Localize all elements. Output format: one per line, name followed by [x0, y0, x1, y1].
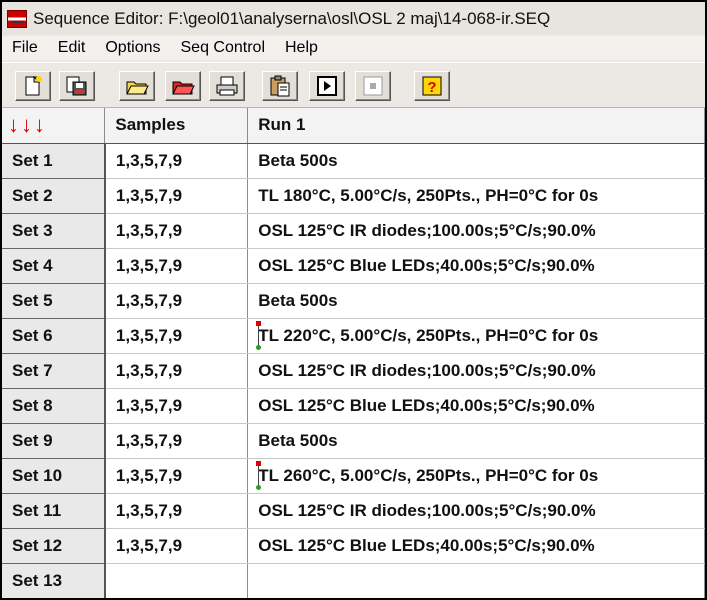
table-row[interactable]: Set 3 1,3,5,7,9 OSL 125°C IR diodes;100.00… — [2, 213, 705, 249]
run-1-cell[interactable]: Beta 500s — [247, 423, 705, 459]
run-1-cell[interactable]: OSL 125°C Blue LEDs;40.00s;5°C/s;90.0% — [247, 388, 705, 424]
samples-cell[interactable]: 1,3,5,7,9 — [104, 493, 249, 529]
text-cursor-marker — [256, 460, 262, 491]
grid-body: Set 1 1,3,5,7,9 Beta 500s Set 2 1,3,5,7,9 TL … — [2, 143, 705, 598]
help-icon: ? — [422, 76, 442, 96]
help-button[interactable]: ? — [414, 71, 450, 101]
menu-options[interactable]: Options — [95, 39, 170, 57]
column-header-samples[interactable]: Samples — [104, 108, 249, 144]
table-row[interactable]: Set 12 1,3,5,7,9 OSL 125°C Blue LEDs;40.00… — [2, 528, 705, 564]
menu-bar: File Edit Options Seq Control Help — [2, 36, 705, 60]
new-icon — [25, 75, 42, 96]
window-title: Sequence Editor: F:\geol01\analyserna\os… — [33, 8, 551, 28]
run-1-cell[interactable]: OSL 125°C Blue LEDs;40.00s;5°C/s;90.0% — [247, 248, 705, 284]
samples-cell[interactable]: 1,3,5,7,9 — [104, 283, 249, 319]
sequence-grid[interactable]: ↓↓↓ Samples Run 1 Set 1 1,3,5,7,9 Beta 500… — [2, 108, 705, 598]
table-row[interactable]: Set 4 1,3,5,7,9 OSL 125°C Blue LEDs;40.00s… — [2, 248, 705, 284]
table-row[interactable]: Set 1 1,3,5,7,9 Beta 500s — [2, 143, 705, 179]
run-1-cell[interactable] — [247, 563, 705, 598]
row-header-set[interactable]: Set 5 — [2, 283, 106, 319]
cell-text-wrap: TL 260°C, 5.00°C/s, 250Pts., PH=0°C for … — [256, 460, 599, 490]
save-button[interactable] — [59, 71, 95, 101]
run-1-cell[interactable]: OSL 125°C IR diodes;100.00s;5°C/s;90.0% — [247, 353, 705, 389]
run-1-cell[interactable]: TL 260°C, 5.00°C/s, 250Pts., PH=0°C for … — [247, 458, 705, 494]
run-1-cell[interactable]: TL 220°C, 5.00°C/s, 250Pts., PH=0°C for … — [247, 318, 705, 354]
print-button[interactable] — [209, 71, 245, 101]
samples-cell[interactable]: 1,3,5,7,9 — [104, 143, 249, 179]
corner-arrows[interactable]: ↓↓↓ — [2, 108, 106, 144]
row-header-set[interactable]: Set 4 — [2, 248, 106, 284]
stop-icon — [363, 76, 383, 96]
samples-cell[interactable] — [104, 563, 249, 598]
row-header-set[interactable]: Set 2 — [2, 178, 106, 214]
run-1-cell[interactable]: Beta 500s — [247, 143, 705, 179]
open-red-icon — [172, 81, 195, 95]
run-1-cell[interactable]: OSL 125°C Blue LEDs;40.00s;5°C/s;90.0% — [247, 528, 705, 564]
open-button[interactable] — [119, 71, 155, 101]
new-button[interactable] — [15, 71, 51, 101]
menu-help[interactable]: Help — [275, 39, 328, 57]
run-1-text: TL 260°C, 5.00°C/s, 250Pts., PH=0°C for … — [258, 465, 599, 485]
samples-cell[interactable]: 1,3,5,7,9 — [104, 353, 249, 389]
run-1-cell[interactable]: OSL 125°C IR diodes;100.00s;5°C/s;90.0% — [247, 493, 705, 529]
menu-edit[interactable]: Edit — [48, 39, 96, 57]
samples-cell[interactable]: 1,3,5,7,9 — [104, 458, 249, 494]
app-icon — [7, 9, 27, 28]
table-row[interactable]: Set 7 1,3,5,7,9 OSL 125°C IR diodes;100.00… — [2, 353, 705, 389]
table-row[interactable]: Set 11 1,3,5,7,9 OSL 125°C IR diodes;100.0… — [2, 493, 705, 529]
grid-header-row: ↓↓↓ Samples Run 1 — [2, 108, 705, 144]
run-1-cell[interactable]: OSL 125°C IR diodes;100.00s;5°C/s;90.0% — [247, 213, 705, 249]
table-row[interactable]: Set 10 1,3,5,7,9 TL 260°C, 5.00°C/s, 250Pt… — [2, 458, 705, 494]
table-row[interactable]: Set 5 1,3,5,7,9 Beta 500s — [2, 283, 705, 319]
samples-cell[interactable]: 1,3,5,7,9 — [104, 178, 249, 214]
table-row[interactable]: Set 13 — [2, 563, 705, 598]
row-header-set[interactable]: Set 8 — [2, 388, 106, 424]
stop-button[interactable] — [355, 71, 391, 101]
menu-file[interactable]: File — [2, 39, 48, 57]
table-row[interactable]: Set 8 1,3,5,7,9 OSL 125°C Blue LEDs;40.00s… — [2, 388, 705, 424]
open-recent-button[interactable] — [165, 71, 201, 101]
table-row[interactable]: Set 9 1,3,5,7,9 Beta 500s — [2, 423, 705, 459]
text-cursor-marker — [256, 320, 262, 351]
samples-cell[interactable]: 1,3,5,7,9 — [104, 213, 249, 249]
table-row[interactable]: Set 2 1,3,5,7,9 TL 180°C, 5.00°C/s, 250Pts… — [2, 178, 705, 214]
sequence-editor-window: Sequence Editor: F:\geol01\analyserna\os… — [2, 2, 705, 598]
save-icon — [66, 76, 87, 96]
row-header-set[interactable]: Set 10 — [2, 458, 106, 494]
samples-cell[interactable]: 1,3,5,7,9 — [104, 388, 249, 424]
row-header-set[interactable]: Set 6 — [2, 318, 106, 354]
row-header-set[interactable]: Set 11 — [2, 493, 106, 529]
samples-cell[interactable]: 1,3,5,7,9 — [104, 318, 249, 354]
menu-seq-control[interactable]: Seq Control — [171, 39, 276, 57]
row-header-set[interactable]: Set 13 — [2, 563, 106, 598]
run-1-cell[interactable]: Beta 500s — [247, 283, 705, 319]
row-header-set[interactable]: Set 3 — [2, 213, 106, 249]
samples-cell[interactable]: 1,3,5,7,9 — [104, 528, 249, 564]
clipboard-button[interactable] — [262, 71, 298, 101]
svg-text:?: ? — [427, 79, 436, 96]
row-header-set[interactable]: Set 12 — [2, 528, 106, 564]
clipboard-icon — [270, 75, 290, 97]
samples-cell[interactable]: 1,3,5,7,9 — [104, 248, 249, 284]
run-button[interactable] — [309, 71, 345, 101]
column-header-run-1[interactable]: Run 1 — [247, 108, 705, 144]
row-header-set[interactable]: Set 7 — [2, 353, 106, 389]
toolbar: ? — [2, 62, 705, 108]
samples-cell[interactable]: 1,3,5,7,9 — [104, 423, 249, 459]
run-1-text: TL 220°C, 5.00°C/s, 250Pts., PH=0°C for … — [258, 325, 599, 345]
print-icon — [216, 76, 238, 96]
open-icon — [126, 81, 149, 95]
cell-text-wrap: TL 220°C, 5.00°C/s, 250Pts., PH=0°C for … — [256, 320, 599, 350]
run-icon — [317, 76, 337, 96]
row-header-set[interactable]: Set 1 — [2, 143, 106, 179]
row-header-set[interactable]: Set 9 — [2, 423, 106, 459]
run-1-cell[interactable]: TL 180°C, 5.00°C/s, 250Pts., PH=0°C for … — [247, 178, 705, 214]
title-bar: Sequence Editor: F:\geol01\analyserna\os… — [2, 2, 705, 35]
table-row[interactable]: Set 6 1,3,5,7,9 TL 220°C, 5.00°C/s, 250Pts… — [2, 318, 705, 354]
